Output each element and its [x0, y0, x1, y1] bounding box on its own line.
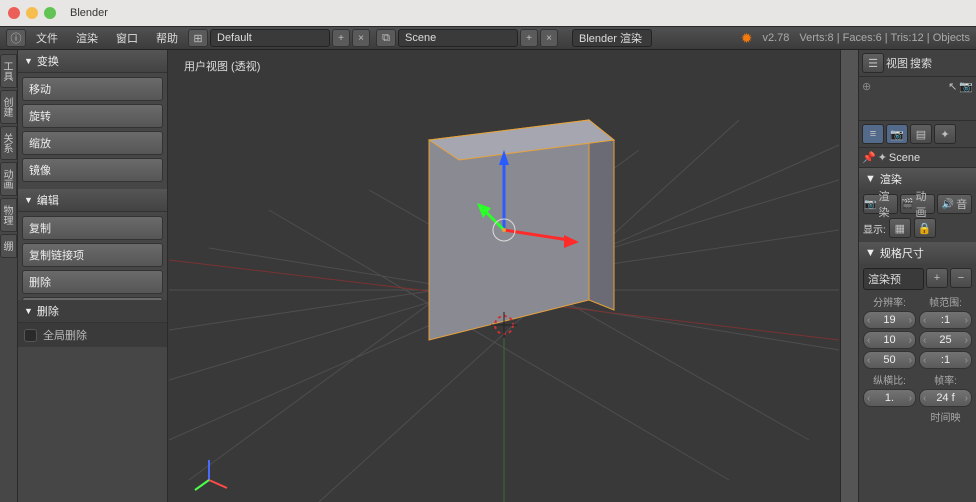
resolution-label: 分辨率:: [863, 294, 916, 309]
scene-browse-icon[interactable]: ⧉: [376, 29, 396, 47]
mirror-button[interactable]: 镜像: [22, 158, 163, 182]
camera-icon[interactable]: 📷: [959, 80, 973, 93]
layout-dropdown[interactable]: Default: [210, 29, 330, 47]
tab-greasepencil[interactable]: 绷: [0, 234, 17, 258]
time-remap-label: 时间映: [919, 409, 972, 424]
menu-help[interactable]: 帮助: [148, 30, 186, 46]
tab-tools[interactable]: 工具: [0, 54, 17, 88]
checkbox-icon: [24, 329, 37, 342]
transform-panel-header[interactable]: ▼变换: [18, 50, 167, 73]
scene-tree-icon: ⊕: [862, 80, 871, 93]
aspect-x-field[interactable]: 1.: [863, 389, 916, 407]
frame-step-field[interactable]: :1: [919, 351, 972, 369]
frame-range-label: 帧范围:: [919, 294, 972, 309]
fps-field[interactable]: 24 f: [919, 389, 972, 407]
disclosure-triangle-icon: ▼: [24, 56, 33, 66]
tab-physics[interactable]: 物理: [0, 198, 17, 232]
render-audio-button[interactable]: 🔊音: [937, 194, 972, 214]
mini-axis-icon: [195, 460, 227, 490]
disclosure-triangle-icon: ▼: [24, 195, 33, 205]
resolution-x-field[interactable]: 19: [863, 311, 916, 329]
cube-object[interactable]: [429, 120, 614, 340]
render-section-header[interactable]: ▼渲染: [859, 168, 976, 190]
stats-label: Verts:8 | Faces:6 | Tris:12 | Objects: [799, 32, 970, 44]
display-mode-dropdown[interactable]: ▦: [889, 218, 911, 238]
operator-panel-header[interactable]: ▼删除: [18, 300, 167, 323]
scene-tab-icon[interactable]: ✦: [934, 124, 956, 144]
viewport-canvas: [168, 50, 840, 502]
preset-remove-button[interactable]: −: [950, 268, 972, 288]
layout-remove-button[interactable]: ×: [352, 29, 370, 47]
cursor-icon[interactable]: ↖: [948, 80, 957, 93]
menu-window[interactable]: 窗口: [108, 30, 146, 46]
layout-browse-icon[interactable]: ⊞: [188, 29, 208, 47]
outliner-content: ⊕ ↖ 📷: [859, 77, 976, 121]
scale-button[interactable]: 缩放: [22, 131, 163, 155]
render-engine-dropdown[interactable]: Blender 渲染: [572, 29, 652, 47]
outliner-type-icon[interactable]: ☰: [862, 53, 884, 73]
3d-viewport[interactable]: 用户视图 (透视): [168, 50, 840, 502]
outliner-view-menu[interactable]: 视图: [886, 55, 908, 71]
outliner-header: ☰ 视图 搜索: [859, 50, 976, 77]
window-titlebar: Blender: [0, 0, 976, 26]
framerate-label: 帧率:: [919, 372, 972, 387]
render-preset-dropdown[interactable]: 渲染预: [863, 268, 924, 290]
dimensions-section-header[interactable]: ▼规格尺寸: [859, 242, 976, 264]
tab-create[interactable]: 创建: [0, 90, 17, 124]
render-anim-button[interactable]: 🎬动画: [900, 194, 935, 214]
tab-animation[interactable]: 动画: [0, 162, 17, 196]
menu-file[interactable]: 文件: [28, 30, 66, 46]
operator-panel: 全局删除: [18, 323, 167, 347]
scene-remove-button[interactable]: ×: [540, 29, 558, 47]
scene-icon: ✦: [878, 151, 887, 164]
translate-button[interactable]: 移动: [22, 77, 163, 101]
viewport-label: 用户视图 (透视): [184, 58, 260, 74]
duplicate-linked-button[interactable]: 复制链接项: [22, 243, 163, 267]
pin-icon[interactable]: 📌: [862, 151, 876, 164]
edit-panel-header[interactable]: ▼编辑: [18, 189, 167, 212]
lock-interface-button[interactable]: 🔒: [914, 218, 936, 238]
delete-button[interactable]: 删除: [22, 270, 163, 294]
menu-render[interactable]: 渲染: [68, 30, 106, 46]
properties-type-icon[interactable]: ≡: [862, 124, 884, 144]
render-layers-tab-icon[interactable]: ▤: [910, 124, 932, 144]
duplicate-button[interactable]: 复制: [22, 216, 163, 240]
resolution-pct-field[interactable]: 50: [863, 351, 916, 369]
scene-add-button[interactable]: +: [520, 29, 538, 47]
render-button[interactable]: 📷渲染: [863, 194, 898, 214]
blender-logo-icon: ✹: [741, 30, 753, 47]
outliner-search-menu[interactable]: 搜索: [910, 55, 932, 71]
frame-end-field[interactable]: 25: [919, 331, 972, 349]
layout-add-button[interactable]: +: [332, 29, 350, 47]
close-window-button[interactable]: [8, 7, 20, 19]
editor-type-icon[interactable]: ⓘ: [6, 29, 26, 47]
tab-relations[interactable]: 关系: [0, 126, 17, 160]
scene-dropdown[interactable]: Scene: [398, 29, 518, 47]
resolution-y-field[interactable]: 10: [863, 331, 916, 349]
app-title: Blender: [70, 7, 108, 19]
disclosure-triangle-icon: ▼: [24, 306, 33, 316]
display-label: 显示:: [863, 221, 886, 236]
properties-header: ≡ 📷 ▤ ✦: [859, 121, 976, 148]
aspect-label: 纵横比:: [863, 372, 916, 387]
tool-category-tabs: 工具 创建 关系 动画 物理 绷: [0, 50, 18, 502]
viewport-properties-strip[interactable]: [840, 50, 858, 502]
version-label: v2.78: [762, 32, 789, 44]
tool-shelf: ▼变换 移动 旋转 缩放 镜像 ▼编辑 复制 复制链接项 删除 合并 设置原点 …: [18, 50, 168, 502]
properties-breadcrumb: 📌 ✦ Scene: [859, 148, 976, 168]
minimize-window-button[interactable]: [26, 7, 38, 19]
global-delete-checkbox[interactable]: 全局删除: [24, 327, 161, 343]
rotate-button[interactable]: 旋转: [22, 104, 163, 128]
maximize-window-button[interactable]: [44, 7, 56, 19]
frame-start-field[interactable]: :1: [919, 311, 972, 329]
preset-add-button[interactable]: +: [926, 268, 948, 288]
right-panels: ☰ 视图 搜索 ⊕ ↖ 📷 ≡ 📷 ▤ ✦ 📌 ✦ Scene ▼渲染 📷渲染 …: [858, 50, 976, 502]
info-header: ⓘ 文件 渲染 窗口 帮助 ⊞ Default + × ⧉ Scene + × …: [0, 26, 976, 50]
render-tab-icon[interactable]: 📷: [886, 124, 908, 144]
